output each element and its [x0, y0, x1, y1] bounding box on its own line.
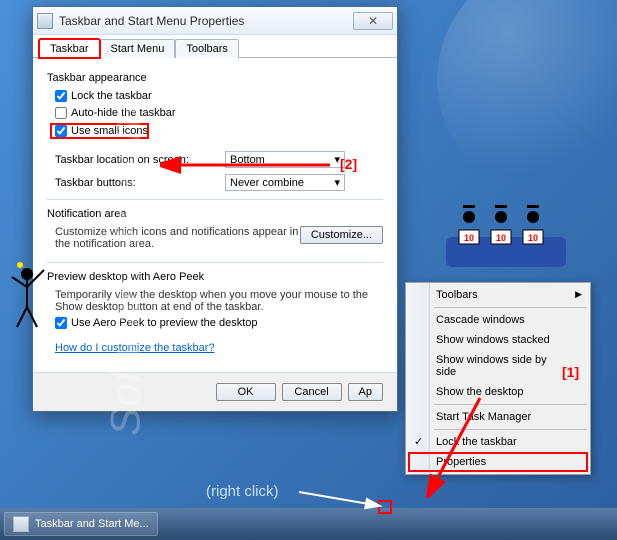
- autohide-checkbox[interactable]: [55, 107, 67, 119]
- tab-taskbar[interactable]: Taskbar: [39, 39, 100, 58]
- buttons-value: Never combine: [230, 177, 304, 189]
- aero-peek-row[interactable]: Use Aero Peek to preview the desktop: [47, 317, 383, 329]
- menu-show-desktop[interactable]: Show the desktop: [408, 382, 588, 402]
- menu-toolbars-label: Toolbars: [436, 289, 478, 301]
- taskbar-item-icon: [13, 516, 29, 532]
- right-click-hint: (right click): [206, 483, 279, 500]
- apply-button[interactable]: Ap: [348, 383, 383, 401]
- ok-button[interactable]: OK: [216, 383, 276, 401]
- right-click-arrow: [294, 484, 384, 510]
- menu-toolbars[interactable]: Toolbars ▶: [408, 285, 588, 305]
- svg-text:10: 10: [464, 233, 474, 243]
- menu-lock-label: Lock the taskbar: [436, 436, 517, 448]
- taskbar-item-label: Taskbar and Start Me...: [35, 518, 149, 530]
- menu-separator: [434, 307, 587, 308]
- chevron-down-icon: ▾: [334, 153, 340, 166]
- aero-peek-checkbox[interactable]: [55, 317, 67, 329]
- menu-cascade[interactable]: Cascade windows: [408, 310, 588, 330]
- menu-sidebyside[interactable]: Show windows side by side: [408, 350, 588, 382]
- titlebar[interactable]: Taskbar and Start Menu Properties ✕: [33, 7, 397, 35]
- buttons-label: Taskbar buttons:: [55, 177, 225, 189]
- window-icon: [37, 13, 53, 29]
- close-icon: ✕: [368, 14, 378, 28]
- close-button[interactable]: ✕: [353, 12, 393, 30]
- tab-content: Taskbar appearance Lock the taskbar Auto…: [33, 57, 397, 372]
- taskbar-item[interactable]: Taskbar and Start Me...: [4, 512, 158, 536]
- chevron-down-icon: ▾: [334, 176, 340, 189]
- buttons-select[interactable]: Never combine ▾: [225, 174, 345, 191]
- taskbar-properties-dialog: Taskbar and Start Menu Properties ✕ Task…: [32, 6, 398, 412]
- judges-illustration: 10 10 10: [441, 202, 571, 272]
- menu-properties[interactable]: Properties: [408, 452, 588, 472]
- small-icons-checkbox[interactable]: [55, 125, 67, 137]
- check-icon: ✓: [414, 435, 423, 448]
- aero-peek-label: Use Aero Peek to preview the desktop: [71, 317, 258, 329]
- cancel-button[interactable]: Cancel: [282, 383, 342, 401]
- divider: [47, 199, 383, 200]
- window-title: Taskbar and Start Menu Properties: [59, 14, 353, 28]
- dialog-buttons: OK Cancel Ap: [33, 372, 397, 411]
- customize-button[interactable]: Customize...: [300, 226, 383, 244]
- menu-stacked[interactable]: Show windows stacked: [408, 330, 588, 350]
- tab-start-menu[interactable]: Start Menu: [100, 39, 176, 58]
- submenu-arrow-icon: ▶: [575, 289, 582, 300]
- background-decoration: [437, 0, 617, 200]
- lock-taskbar-checkbox[interactable]: [55, 90, 67, 102]
- location-value: Bottom: [230, 154, 265, 166]
- svg-text:10: 10: [528, 233, 538, 243]
- location-select[interactable]: Bottom ▾: [225, 151, 345, 168]
- help-link[interactable]: How do I customize the taskbar?: [47, 342, 215, 354]
- right-click-target-box: [378, 500, 392, 514]
- autohide-row[interactable]: Auto-hide the taskbar: [47, 107, 383, 119]
- notification-group-label: Notification area: [47, 208, 383, 220]
- menu-separator: [434, 429, 587, 430]
- small-icons-label: Use small icons: [71, 125, 148, 137]
- svg-text:10: 10: [496, 233, 506, 243]
- aero-group-label: Preview desktop with Aero Peek: [47, 271, 383, 283]
- tab-toolbars[interactable]: Toolbars: [175, 39, 239, 58]
- small-icons-row[interactable]: Use small icons: [51, 124, 148, 138]
- taskbar-context-menu: Toolbars ▶ Cascade windows Show windows …: [405, 282, 591, 475]
- taskbar[interactable]: Taskbar and Start Me...: [0, 508, 617, 540]
- menu-task-manager[interactable]: Start Task Manager: [408, 407, 588, 427]
- lock-taskbar-label: Lock the taskbar: [71, 90, 152, 102]
- tab-strip: Taskbar Start Menu Toolbars: [33, 35, 397, 58]
- menu-lock-taskbar[interactable]: ✓ Lock the taskbar: [408, 432, 588, 452]
- lock-taskbar-row[interactable]: Lock the taskbar: [47, 90, 383, 102]
- autohide-label: Auto-hide the taskbar: [71, 107, 176, 119]
- menu-separator: [434, 404, 587, 405]
- location-label: Taskbar location on screen:: [55, 154, 225, 166]
- aero-desc: Temporarily view the desktop when you mo…: [47, 289, 383, 313]
- appearance-group-label: Taskbar appearance: [47, 72, 383, 84]
- divider: [47, 262, 383, 263]
- notification-desc: Customize which icons and notifications …: [47, 226, 300, 250]
